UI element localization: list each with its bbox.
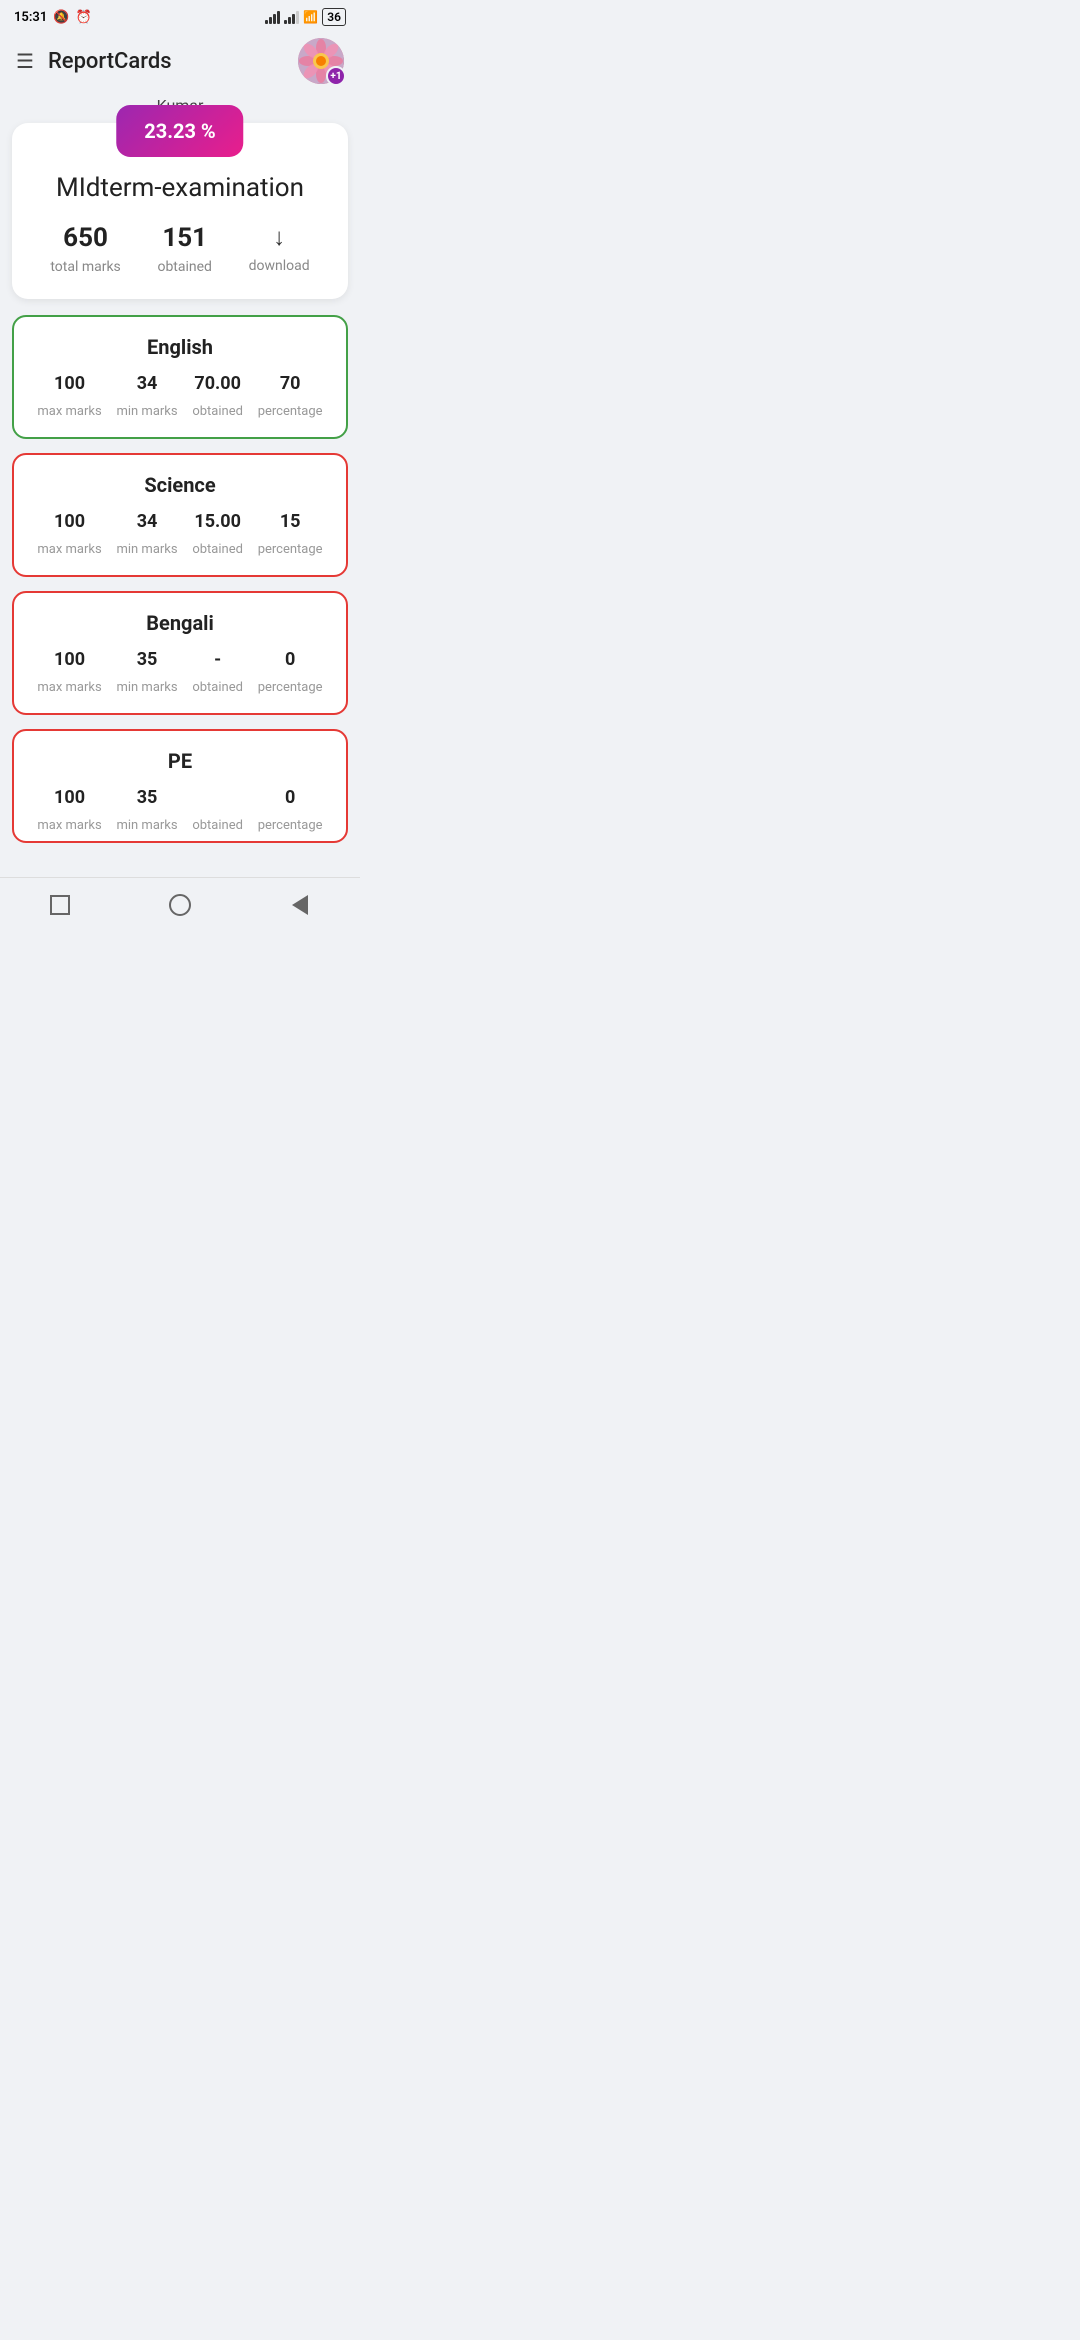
home-icon (169, 894, 191, 916)
english-obtained: 70.00 obtained (192, 373, 243, 419)
subject-name-english: English (30, 335, 330, 359)
signal-bars-2 (284, 10, 299, 24)
subject-stats-science: 100 max marks 34 min marks 15.00 obtaine… (30, 511, 330, 557)
menu-icon[interactable]: ☰ (16, 49, 34, 73)
science-min-marks: 34 min marks (116, 511, 177, 557)
subject-card-bengali: Bengali 100 max marks 35 min marks - obt… (12, 591, 348, 715)
science-obtained: 15.00 obtained (192, 511, 243, 557)
obtained-label: obtained (157, 259, 212, 275)
bengali-obtained: - obtained (192, 649, 243, 695)
download-icon: ↓ (273, 223, 285, 252)
nav-home-button[interactable] (165, 890, 195, 920)
pe-max-marks: 100 max marks (37, 787, 101, 833)
subject-name-science: Science (30, 473, 330, 497)
bengali-percentage: 0 percentage (258, 649, 323, 695)
stop-icon (50, 895, 70, 915)
subject-name-bengali: Bengali (30, 611, 330, 635)
nav-back-button[interactable] (285, 890, 315, 920)
time-display: 15:31 (14, 10, 47, 25)
pe-min-marks: 35 min marks (116, 787, 177, 833)
subject-stats-pe: 100 max marks 35 min marks obtained 0 pe… (30, 787, 330, 833)
bengali-max-marks: 100 max marks (37, 649, 101, 695)
subject-card-science: Science 100 max marks 34 min marks 15.00… (12, 453, 348, 577)
percentage-badge: 23.23 % (116, 105, 243, 157)
science-percentage: 15 percentage (258, 511, 323, 557)
pe-percentage: 0 percentage (258, 787, 323, 833)
signal-bars-1 (265, 10, 280, 24)
app-title: ReportCards (48, 49, 172, 74)
science-max-marks: 100 max marks (37, 511, 101, 557)
obtained-value: 151 (162, 223, 207, 253)
pe-obtained: obtained (192, 787, 243, 833)
summary-card: 23.23 % MIdterm-examination 650 total ma… (12, 123, 348, 299)
subject-stats-english: 100 max marks 34 min marks 70.00 obtaine… (30, 373, 330, 419)
subject-name-pe: PE (30, 749, 330, 773)
subject-card-pe: PE 100 max marks 35 min marks obtained 0… (12, 729, 348, 843)
download-label: download (249, 258, 310, 274)
subject-stats-bengali: 100 max marks 35 min marks - obtained 0 … (30, 649, 330, 695)
wifi-icon: 📶 (303, 10, 318, 24)
battery-display: 36 (322, 8, 346, 26)
back-icon (292, 895, 308, 915)
nav-stop-button[interactable] (45, 890, 75, 920)
main-content: Kumar 23.23 % MIdterm-examination 650 to… (0, 96, 360, 877)
status-bar: 15:31 🔕 ⏰ 📶 36 (0, 0, 360, 30)
obtained-stat: 151 obtained (157, 223, 212, 275)
total-marks-stat: 650 total marks (50, 223, 120, 275)
summary-stats: 650 total marks 151 obtained ↓ download (32, 223, 328, 275)
english-percentage: 70 percentage (258, 373, 323, 419)
status-right: 📶 36 (265, 8, 346, 26)
bottom-nav (0, 877, 360, 936)
header-left: ☰ ReportCards (16, 49, 172, 74)
bengali-min-marks: 35 min marks (116, 649, 177, 695)
english-min-marks: 34 min marks (116, 373, 177, 419)
download-stat[interactable]: ↓ download (249, 223, 310, 274)
total-marks-label: total marks (50, 259, 120, 275)
subject-card-english: English 100 max marks 34 min marks 70.00… (12, 315, 348, 439)
alarm-icon: ⏰ (75, 10, 91, 25)
exam-title: MIdterm-examination (32, 173, 328, 203)
english-max-marks: 100 max marks (37, 373, 101, 419)
avatar-container[interactable]: +1 (298, 38, 344, 84)
avatar-badge: +1 (326, 66, 346, 86)
app-header: ☰ ReportCards +1 (0, 30, 360, 96)
status-left: 15:31 🔕 ⏰ (14, 10, 92, 25)
mute-icon: 🔕 (53, 10, 69, 25)
total-marks-value: 650 (63, 223, 108, 253)
